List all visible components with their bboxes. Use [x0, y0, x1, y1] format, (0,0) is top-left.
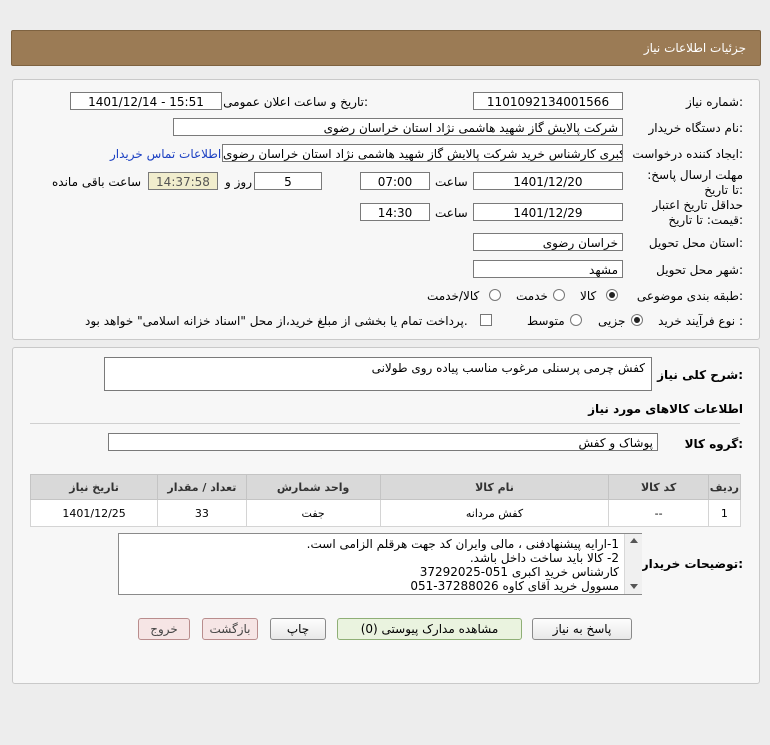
validity-label: حداقل تاریخ اعتبار قیمت: تا تاریخ: [652, 198, 743, 227]
purchase-minor-radio[interactable] [631, 314, 643, 326]
buyer-org-label: نام دستگاه خریدار: [648, 121, 744, 135]
cell-name: کفش مردانه [379, 499, 610, 527]
page-title: جزئیات اطلاعات نیاز [643, 41, 746, 55]
remaining-time-label: ساعت باقی مانده [52, 175, 142, 189]
city-label: شهر محل تحویل: [656, 263, 743, 277]
col-unit: واحد شمارش [245, 474, 381, 500]
summary-text: کفش چرمی پرسنلی مرغوب مناسب پیاده روی طو… [371, 361, 645, 375]
table-row[interactable]: 1 -- کفش مردانه جفت 33 1401/12/25 [29, 499, 742, 527]
col-date: تاریخ نیاز [29, 474, 159, 500]
category-goods-radio[interactable] [606, 289, 618, 301]
goods-group-label: گروه کالا: [684, 437, 743, 451]
col-qty: تعداد / مقدار [157, 474, 247, 500]
buyer-notes-line-2: 2- کالا باید ساخت داخل باشد. [469, 551, 619, 565]
buyer-notes-label: توضیحات خریدار: [641, 557, 743, 571]
purchase-minor-label: جزیی [598, 314, 626, 328]
scroll-up-icon[interactable] [630, 538, 638, 543]
buyer-notes-line-1: 1-ارایه پیشنهادفنی ، مالی وایران کد جهت … [306, 537, 619, 551]
summary-field[interactable]: کفش چرمی پرسنلی مرغوب مناسب پیاده روی طو… [104, 357, 652, 391]
goods-group-field[interactable]: پوشاک و کفش [108, 433, 658, 451]
need-number-label: شماره نیاز: [685, 95, 743, 109]
days-field[interactable]: 5 [254, 172, 322, 190]
cell-code: -- [608, 499, 709, 527]
reply-time-field[interactable]: 07:00 [360, 172, 430, 190]
announce-field[interactable]: 1401/12/14 - 15:51 [70, 92, 222, 110]
back-button[interactable]: بازگشت [202, 618, 258, 640]
buyer-notes-line-4: مسوول خرید آقای کاوه 37288026-051 [410, 579, 619, 593]
buyer-notes-line-3: کارشناس خرید اکبری 051-37292025 [419, 565, 619, 579]
category-both-radio[interactable] [489, 289, 501, 301]
announce-label: تاریخ و ساعت اعلان عمومی: [223, 95, 368, 109]
col-code: کد کالا [608, 474, 709, 500]
validity-date-field[interactable]: 1401/12/29 [473, 203, 623, 221]
attachments-button[interactable]: مشاهده مدارک پیوستی (0) [337, 618, 522, 640]
goods-separator [30, 423, 740, 424]
purchase-medium-radio[interactable] [570, 314, 582, 326]
goods-table-header: ردیف کد کالا نام کالا واحد شمارش تعداد /… [29, 474, 742, 500]
need-number-field[interactable]: 1101092134001566 [473, 92, 623, 110]
scroll-down-icon[interactable] [630, 584, 638, 589]
col-name: نام کالا [379, 474, 610, 500]
cell-date: 1401/12/25 [29, 499, 159, 527]
purchase-medium-label: متوسط [527, 314, 565, 328]
buyer-org-field[interactable]: شرکت پالایش گاز شهید هاشمی نژاد استان خر… [173, 118, 623, 136]
province-field[interactable]: خراسان رضوی [473, 233, 623, 251]
cell-unit: جفت [245, 499, 381, 527]
cell-row: 1 [707, 499, 742, 527]
reply-date-field[interactable]: 1401/12/20 [473, 172, 623, 190]
category-service-radio[interactable] [553, 289, 565, 301]
validity-time-label: ساعت [435, 206, 468, 220]
goods-table: ردیف کد کالا نام کالا واحد شمارش تعداد /… [29, 474, 742, 527]
reply-deadline-label: مهلت ارسال پاسخ: تا تاریخ: [647, 168, 743, 197]
col-row: ردیف [707, 474, 742, 500]
city-field[interactable]: مشهد [473, 260, 623, 278]
purchase-type-label: نوع فرآیند خرید : [658, 314, 743, 328]
treasury-payment-label: پرداخت تمام یا بخشی از مبلغ خرید،از محل … [85, 314, 468, 328]
category-both-label: کالا/خدمت [427, 289, 480, 303]
buyer-notes-scrollbar[interactable] [624, 534, 642, 594]
province-label: استان محل تحویل: [648, 236, 743, 250]
print-button[interactable]: چاپ [270, 618, 326, 640]
exit-button[interactable]: خروج [138, 618, 190, 640]
creator-label: ایجاد کننده درخواست: [632, 147, 743, 161]
summary-label: شرح کلی نیاز: [657, 368, 743, 382]
reply-button[interactable]: پاسخ به نیاز [532, 618, 632, 640]
category-label: طبقه بندی موضوعی: [636, 289, 743, 303]
creator-field[interactable]: مجد اکبری کارشناس خرید شرکت پالایش گاز ش… [222, 144, 623, 162]
remaining-time-field: 14:37:58 [148, 172, 218, 190]
reply-time-label: ساعت [435, 175, 468, 189]
buyer-contact-link[interactable]: اطلاعات تماس خریدار [110, 147, 221, 161]
cell-qty: 33 [157, 499, 247, 527]
page-header: جزئیات اطلاعات نیاز [11, 30, 761, 66]
days-label: روز و [225, 175, 252, 189]
category-goods-label: کالا [580, 289, 597, 303]
category-service-label: خدمت [516, 289, 548, 303]
buyer-notes-textarea[interactable]: 1-ارایه پیشنهادفنی ، مالی وایران کد جهت … [118, 533, 642, 595]
validity-time-field[interactable]: 14:30 [360, 203, 430, 221]
treasury-payment-checkbox[interactable] [480, 314, 492, 326]
goods-section-title: اطلاعات کالاهای مورد نیاز [588, 402, 743, 416]
